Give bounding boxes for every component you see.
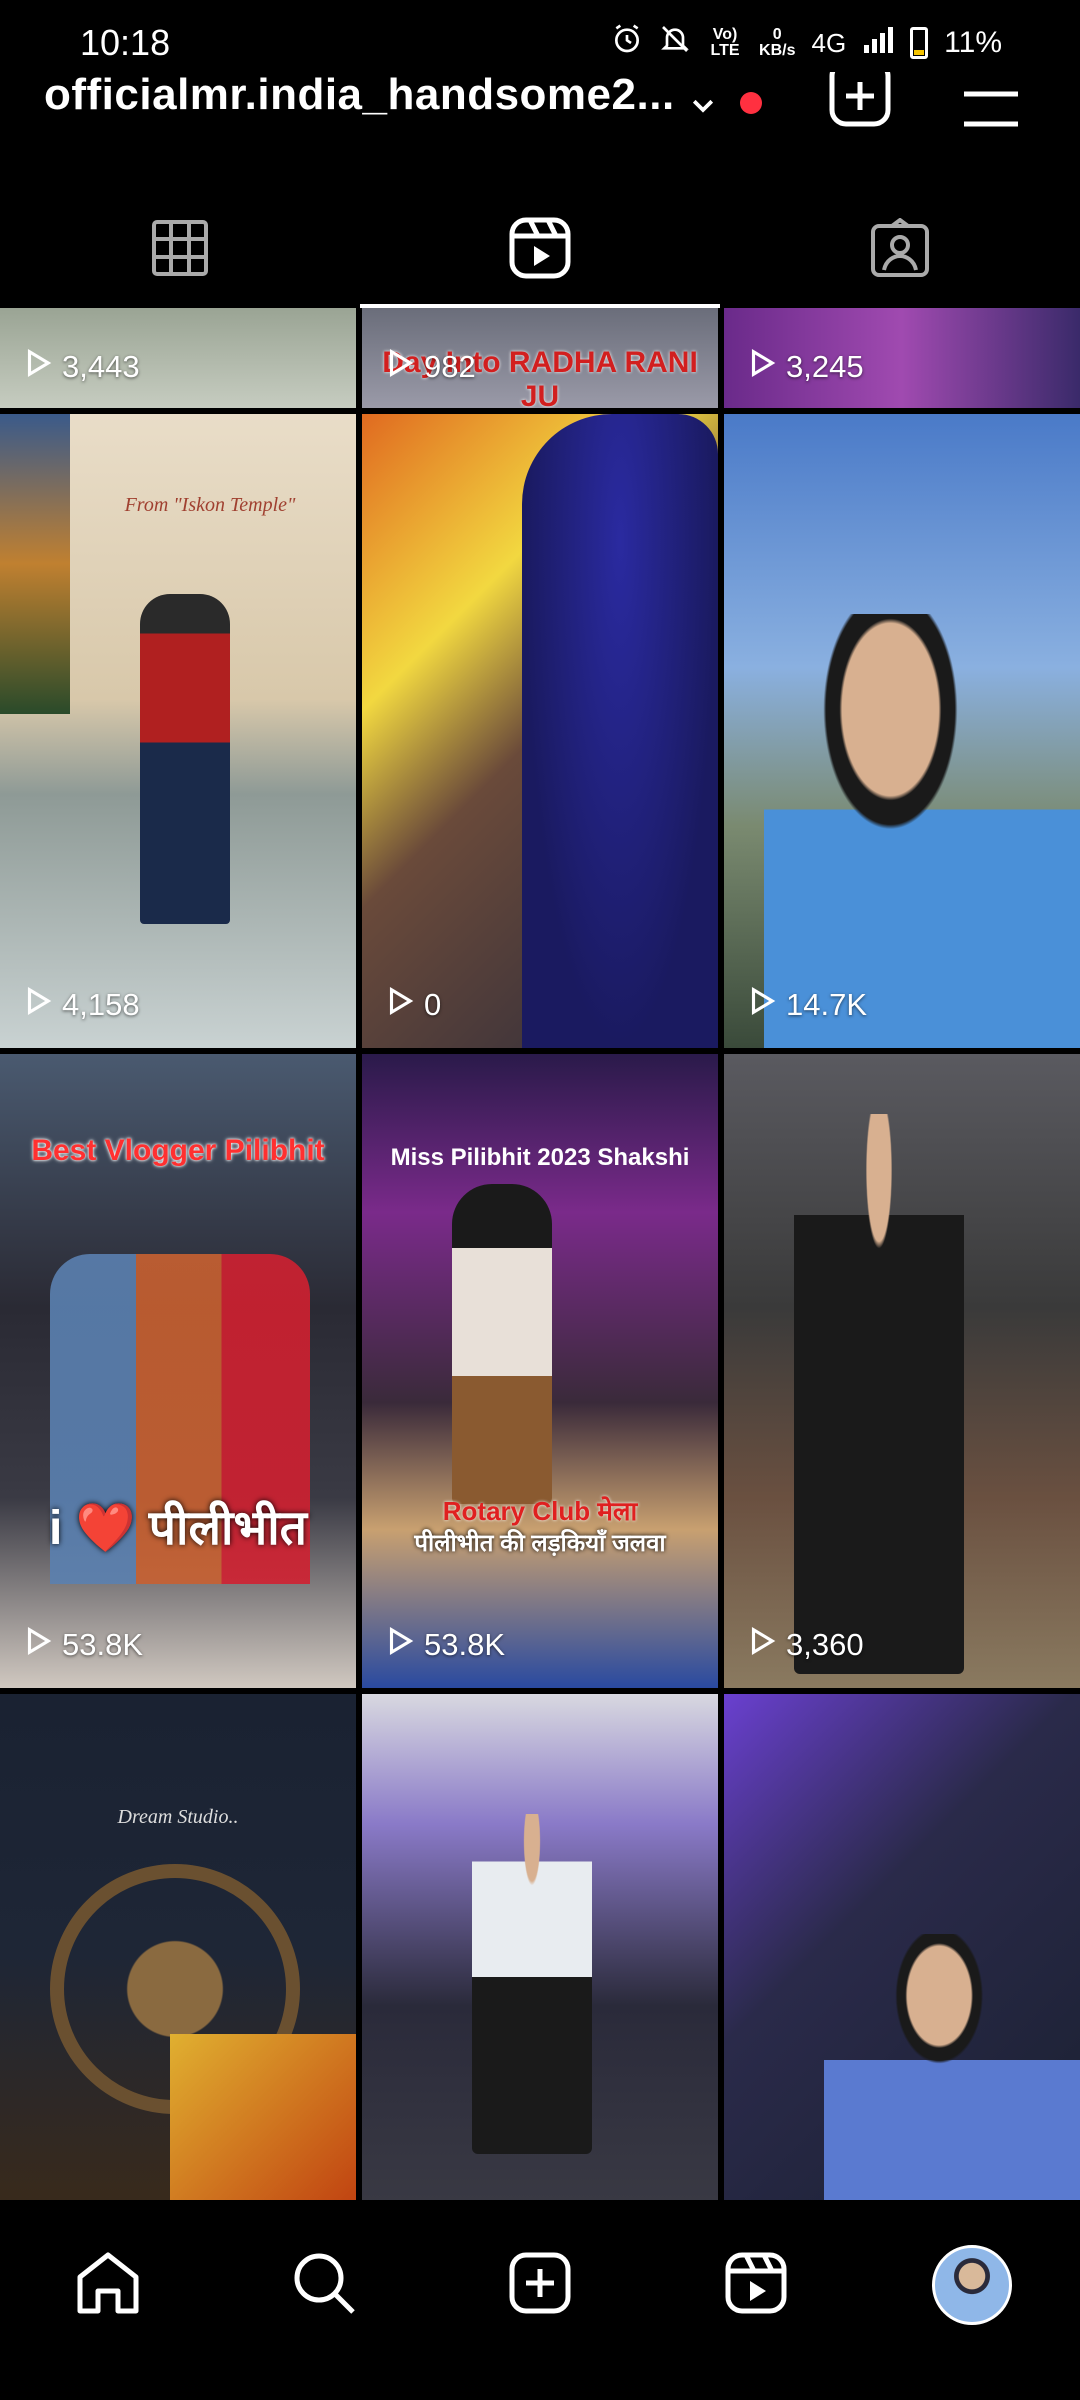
bottom-nav bbox=[0, 2200, 1080, 2400]
reel-thumbnail-frame bbox=[170, 2034, 356, 2200]
grid-icon bbox=[151, 219, 209, 282]
view-count: 3,245 bbox=[746, 348, 864, 386]
reel-thumbnail-person bbox=[452, 1184, 552, 1504]
status-icons: Vo) LTE 0 KB/s 4G 11% bbox=[611, 23, 1002, 63]
reel-thumbnail-hoodie bbox=[522, 414, 718, 1048]
play-icon bbox=[22, 348, 52, 386]
reel-tile[interactable]: 3,245 bbox=[724, 308, 1080, 408]
view-count: 3,360 bbox=[746, 1626, 864, 1664]
tagged-person-icon bbox=[870, 217, 930, 283]
profile-tabs bbox=[0, 200, 1080, 308]
tab-posts-grid[interactable] bbox=[0, 200, 360, 300]
view-count: 3,443 bbox=[22, 348, 140, 386]
play-icon bbox=[384, 348, 414, 386]
profile-header: officialmr.india_handsome2... bbox=[0, 59, 1080, 140]
reel-thumbnail-art bbox=[0, 414, 70, 714]
nav-search[interactable] bbox=[284, 2245, 364, 2325]
play-icon bbox=[746, 986, 776, 1024]
home-icon bbox=[75, 2251, 141, 2320]
nav-profile[interactable] bbox=[932, 2245, 1012, 2325]
status-time: 10:18 bbox=[80, 22, 171, 63]
volte-indicator: Vo) LTE bbox=[710, 26, 740, 59]
reel-caption-2: Rotary Club मेला bbox=[442, 1496, 638, 1526]
reel-tile[interactable]: Best Vlogger Pilibhit i ❤️ पीलीभीत 53.8K bbox=[0, 1054, 356, 1688]
play-icon bbox=[384, 1626, 414, 1664]
reel-tile[interactable]: Day Into RADHA RANI JU 982 bbox=[362, 308, 718, 408]
create-post-button[interactable] bbox=[828, 59, 892, 132]
view-count: 14.7K bbox=[746, 986, 867, 1024]
reel-tile[interactable] bbox=[724, 1694, 1080, 2200]
nav-reels[interactable] bbox=[716, 2245, 796, 2325]
reel-caption-3: पीलीभीत की लड़कियाँ जलवा bbox=[414, 1530, 666, 1557]
reel-caption: Dream Studio.. bbox=[117, 1806, 239, 1828]
view-count: 982 bbox=[384, 348, 476, 386]
reel-tile[interactable]: From "Iskon Temple" 4,158 bbox=[0, 414, 356, 1048]
reel-thumbnail-person bbox=[794, 1114, 964, 1674]
reel-thumbnail-person bbox=[140, 594, 230, 924]
network-speed: 0 KB/s bbox=[759, 26, 796, 59]
reel-caption: Miss Pilibhit 2023 Shakshi bbox=[390, 1144, 690, 1171]
reel-caption: From "Iskon Temple" bbox=[124, 494, 296, 516]
search-icon bbox=[291, 2250, 357, 2321]
tab-tagged[interactable] bbox=[720, 200, 1080, 300]
reel-tile[interactable]: Miss Pilibhit 2023 Shakshi Rotary Club म… bbox=[362, 1054, 718, 1688]
profile-avatar bbox=[932, 2245, 1012, 2325]
alarm-icon bbox=[611, 23, 643, 63]
mute-bell-icon bbox=[659, 23, 691, 63]
reel-tile[interactable]: 0 bbox=[362, 414, 718, 1048]
play-icon bbox=[746, 348, 776, 386]
network-type: 4G bbox=[811, 27, 847, 58]
reels-icon bbox=[724, 2251, 788, 2320]
reels-icon bbox=[508, 216, 572, 285]
reel-tile[interactable]: 3,360 bbox=[724, 1054, 1080, 1688]
nav-home[interactable] bbox=[68, 2245, 148, 2325]
notification-dot bbox=[740, 92, 762, 114]
view-count: 4,158 bbox=[22, 986, 140, 1024]
play-icon bbox=[384, 986, 414, 1024]
create-icon bbox=[508, 2251, 572, 2320]
reel-thumbnail-person bbox=[472, 1814, 592, 2154]
reel-thumbnail-person bbox=[764, 614, 1080, 1048]
reel-tile[interactable]: Dream Studio.. bbox=[0, 1694, 356, 2200]
tab-reels[interactable] bbox=[360, 200, 720, 308]
reel-caption-2: i ❤️ पीलीभीत bbox=[49, 1502, 307, 1555]
play-icon bbox=[22, 986, 52, 1024]
view-count: 53.8K bbox=[22, 1626, 143, 1664]
menu-icon[interactable] bbox=[962, 88, 1020, 130]
play-icon bbox=[22, 1626, 52, 1664]
chevron-down-icon[interactable] bbox=[688, 90, 718, 120]
reel-tile[interactable]: 14.7K bbox=[724, 414, 1080, 1048]
username-switcher[interactable]: officialmr.india_handsome2... bbox=[44, 70, 675, 120]
signal-icon bbox=[862, 25, 894, 61]
battery-icon bbox=[910, 27, 929, 59]
reels-grid: 3,443 Day Into RADHA RANI JU 982 3,245 F… bbox=[0, 308, 1080, 2200]
nav-create[interactable] bbox=[500, 2245, 580, 2325]
reel-caption: Best Vlogger Pilibhit bbox=[31, 1134, 325, 1167]
play-icon bbox=[746, 1626, 776, 1664]
reel-thumbnail-person bbox=[824, 1934, 1080, 2200]
battery-percent: 11% bbox=[944, 26, 1002, 59]
view-count: 0 bbox=[384, 986, 441, 1024]
view-count: 53.8K bbox=[384, 1626, 505, 1664]
reel-tile[interactable]: 3,443 bbox=[0, 308, 356, 408]
reel-tile[interactable] bbox=[362, 1694, 718, 2200]
